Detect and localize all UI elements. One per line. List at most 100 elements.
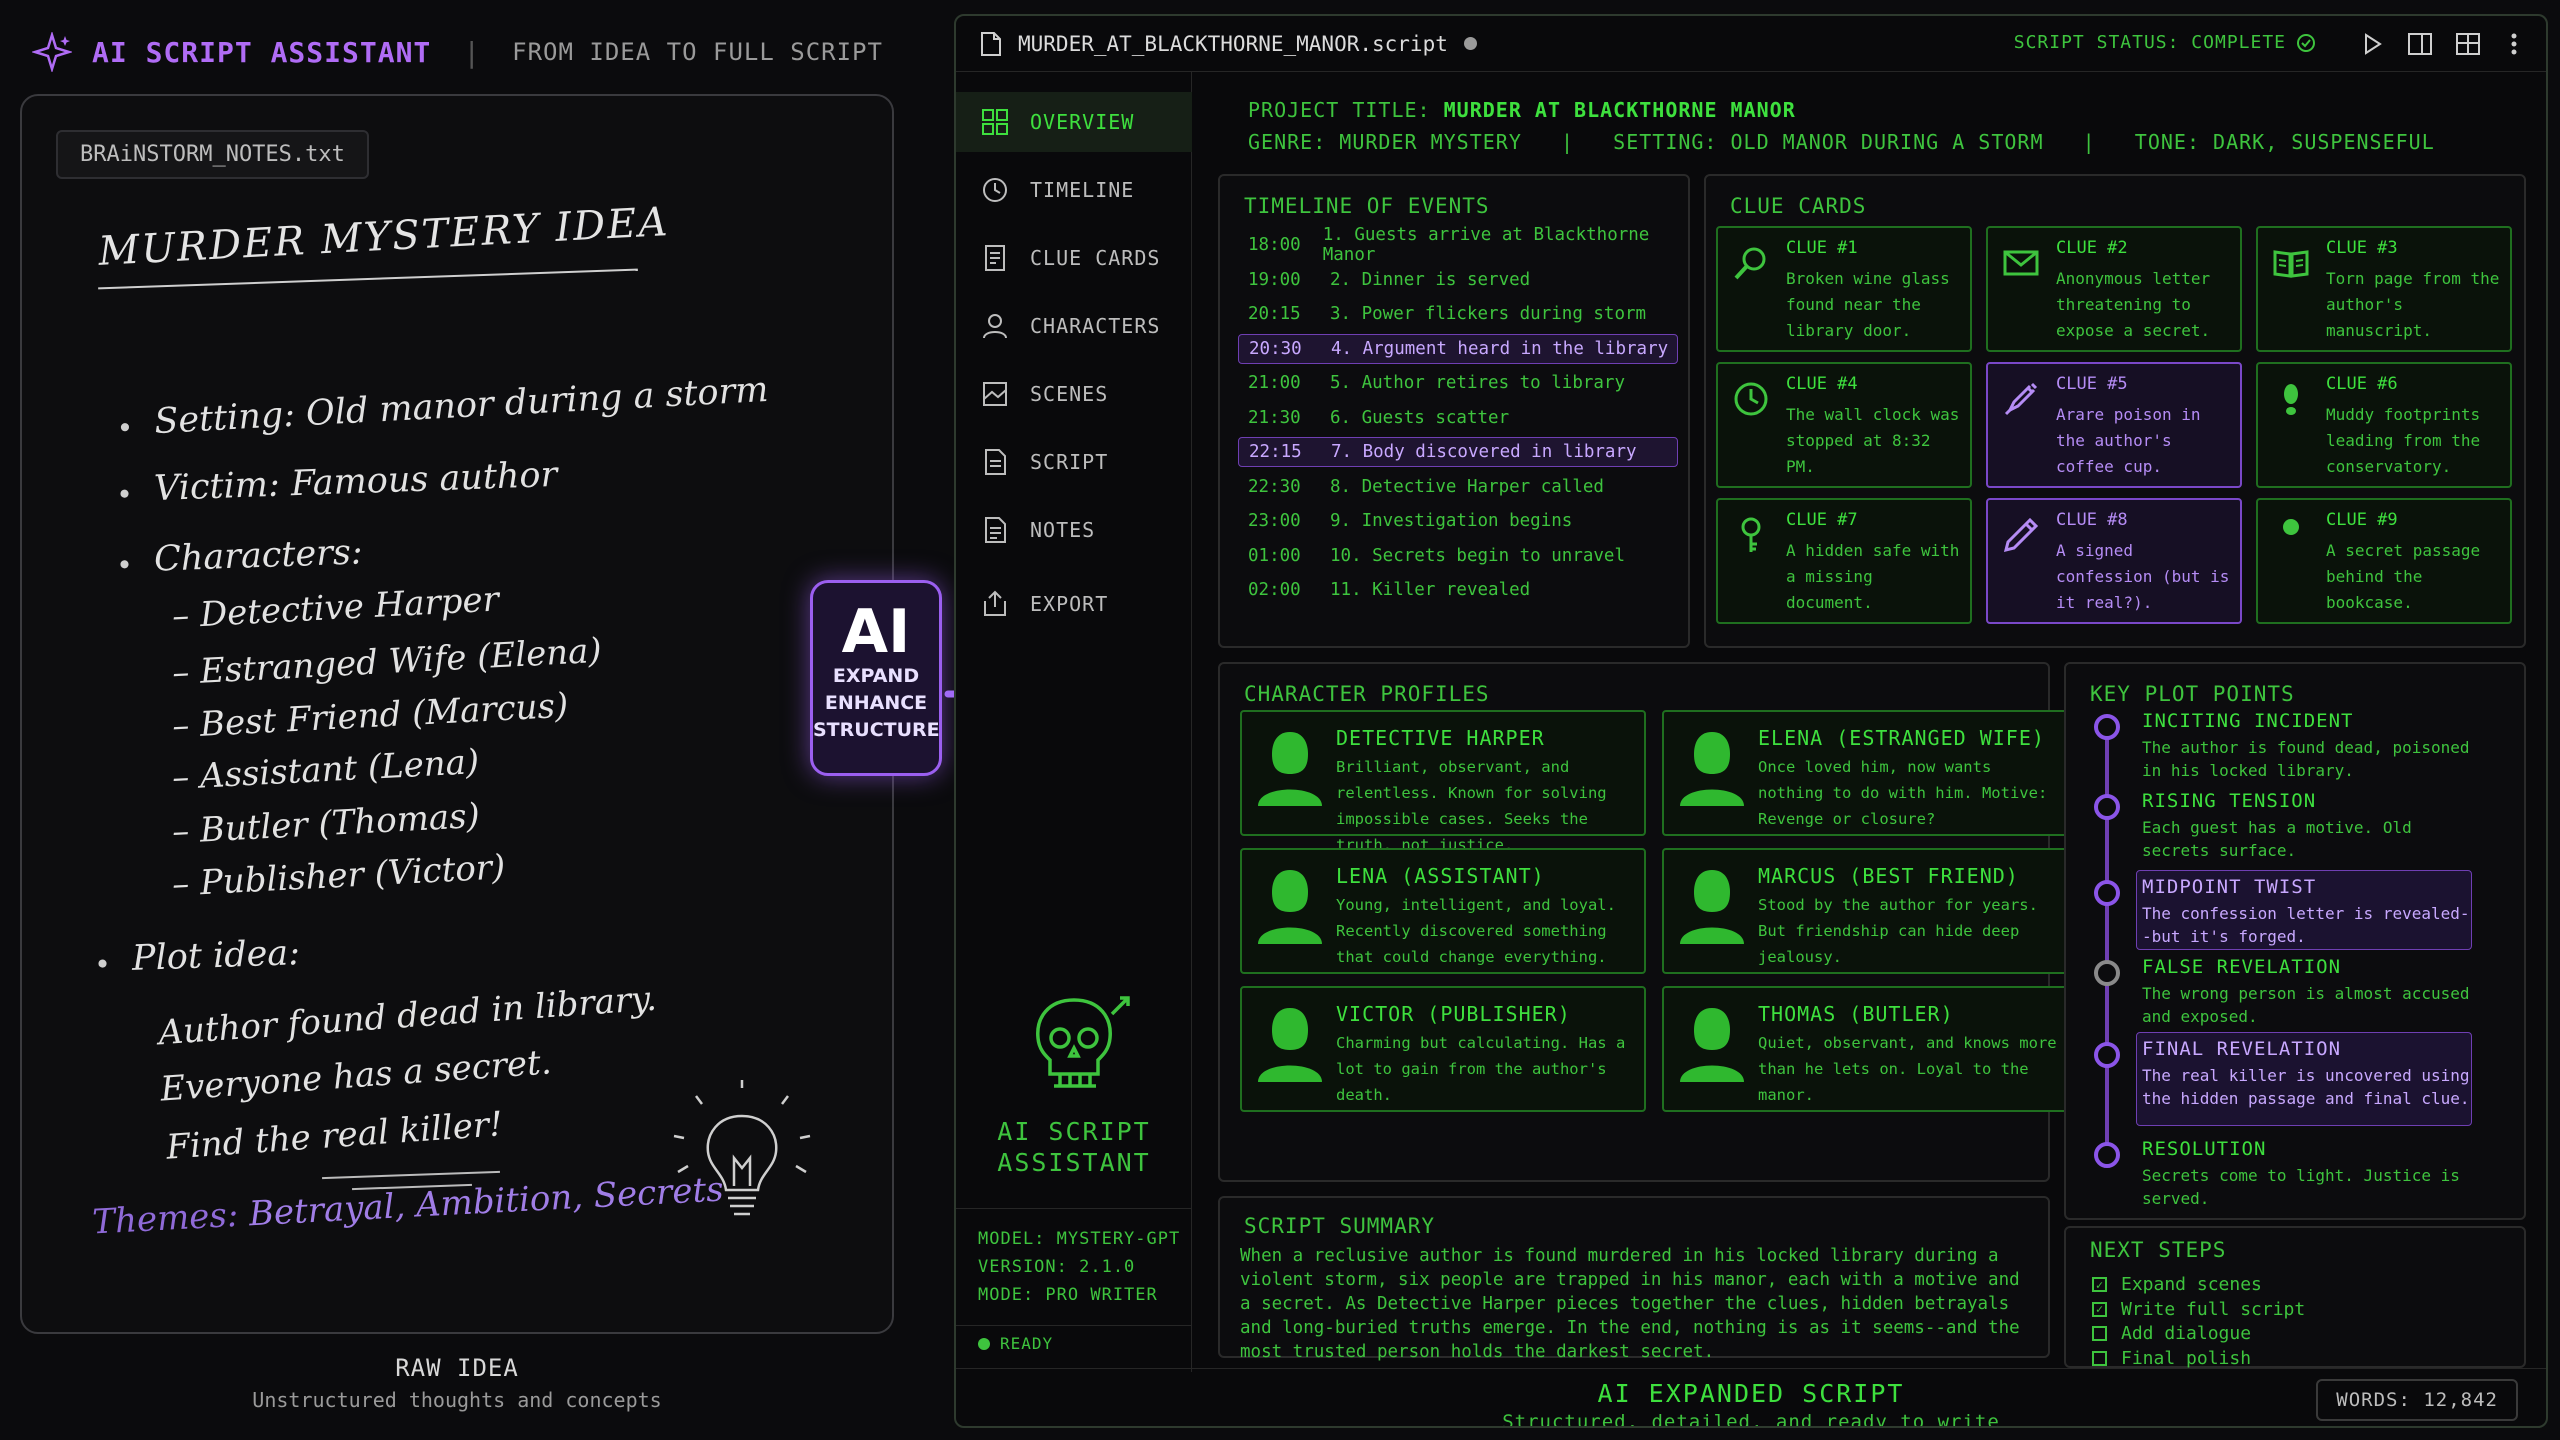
sidebar-title-line: ASSISTANT xyxy=(997,1148,1151,1177)
checkbox-empty-icon[interactable] xyxy=(2092,1326,2107,1341)
script-summary-panel: SCRIPT SUMMARY When a reclusive author i… xyxy=(1218,1196,2050,1362)
script-status: SCRIPT STATUS: COMPLETE xyxy=(2014,32,2316,53)
next-step-item[interactable]: ✓ Expand scenes xyxy=(2092,1274,2262,1295)
timeline-row[interactable]: 22:30 8. Detective Harper called xyxy=(1238,472,1678,502)
next-step-item[interactable]: Final polish xyxy=(2092,1348,2251,1369)
character-avatar-icon xyxy=(1252,726,1328,806)
event-time: 21:30 xyxy=(1248,407,1301,428)
clue-card[interactable]: CLUE #6 Muddy footprints leading from the… xyxy=(2256,362,2512,488)
timeline-row[interactable]: 01:00 10. Secrets begin to unravel xyxy=(1238,541,1678,571)
notes-plot-line: Everyone has a secret. xyxy=(159,1042,553,1110)
skull-icon xyxy=(1026,992,1136,1102)
ai-label: AI xyxy=(841,597,911,667)
ai-transform-box: AI EXPAND ENHANCE STRUCTURE xyxy=(810,580,942,776)
more-menu-icon[interactable] xyxy=(2500,30,2528,58)
nav-label: SCRIPT xyxy=(1030,450,1109,474)
script-status-text: SCRIPT STATUS: COMPLETE xyxy=(2013,32,2286,53)
timeline-row[interactable]: 20:15 3. Power flickers during storm xyxy=(1238,299,1678,329)
plot-connector-line xyxy=(2105,726,2109,1158)
ai-step: ENHANCE xyxy=(824,692,928,714)
file-name[interactable]: MURDER_AT_BLACKTHORNE_MANOR.script xyxy=(1018,32,1448,56)
event-time: 22:15 xyxy=(1249,442,1302,462)
clue-cards-panel: CLUE CARDS CLUE #1 Broken wine glass foun… xyxy=(1704,174,2526,648)
character-name: MARCUS (BEST FRIEND) xyxy=(1758,864,2019,888)
checkbox-checked-icon[interactable]: ✓ xyxy=(2092,1301,2107,1317)
clue-title: CLUE #8 xyxy=(2056,510,2128,530)
clue-card[interactable]: CLUE #3 Torn page from the author's manus… xyxy=(2256,226,2512,352)
nav-export[interactable]: EXPORT xyxy=(956,574,1192,634)
event-text: 1. Guests arrive at Blackthorne Manor xyxy=(1322,225,1650,265)
brand-title: AI SCRIPT ASSISTANT xyxy=(92,35,432,69)
clue-card[interactable]: CLUE #2 Anonymous letter threatening to e… xyxy=(1986,226,2242,352)
footprint-icon xyxy=(2272,380,2310,418)
clue-title: CLUE #7 xyxy=(1786,510,1858,530)
file-icon xyxy=(981,31,1001,56)
clue-text: Broken wine glass found near the library… xyxy=(1786,269,1950,340)
character-card[interactable]: THOMAS (BUTLER) Quiet, observant, and kno… xyxy=(1662,986,2068,1112)
nav-characters[interactable]: CHARACTERS xyxy=(956,296,1192,356)
notes-character: – Detective Harper xyxy=(171,579,500,637)
clue-card[interactable]: CLUE #5 Arare poison in the author's coff… xyxy=(1986,362,2242,488)
checkbox-checked-icon[interactable]: ✓ xyxy=(2092,1277,2107,1292)
clue-card[interactable]: CLUE #8 A signed confession (but is it re… xyxy=(1986,498,2242,624)
person-icon xyxy=(2272,516,2310,554)
model-mode: MODE: PRO WRITER xyxy=(978,1285,1158,1305)
nav-label: TIMELINE xyxy=(1030,178,1135,202)
event-text: 6. Guests scatter xyxy=(1330,407,1510,428)
clue-card[interactable]: CLUE #9 A secret passage behind the bookc… xyxy=(2256,498,2512,624)
project-title: MURDER AT BLACKTHORNE MANOR xyxy=(1443,98,1796,122)
nav-clue-cards[interactable]: CLUE CARDS xyxy=(956,228,1192,288)
character-card[interactable]: LENA (ASSISTANT) Young, intelligent, and … xyxy=(1240,848,1646,974)
next-step-item[interactable]: ✓ Write full script xyxy=(2092,1299,2305,1320)
event-time: 22:30 xyxy=(1248,476,1301,497)
notes-title: MURDER MYSTERY IDEA xyxy=(97,199,671,275)
timeline-node-icon xyxy=(2094,880,2120,906)
nav-scenes[interactable]: SCENES xyxy=(956,364,1192,424)
nav-notes[interactable]: NOTES xyxy=(956,500,1192,560)
event-text: 11. Killer revealed xyxy=(1330,580,1531,600)
next-step-item[interactable]: Add dialogue xyxy=(2092,1323,2251,1344)
character-desc: Charming but calculating. Has a lot to g… xyxy=(1336,1034,1626,1104)
character-card[interactable]: ELENA (ESTRANGED WIFE) Once loved him, no… xyxy=(1662,710,2068,836)
clue-card[interactable]: CLUE #7 A hidden safe with a missing docu… xyxy=(1716,498,1972,624)
footer-title: AI EXPANDED SCRIPT xyxy=(1597,1379,1905,1408)
nav-timeline[interactable]: TIMELINE xyxy=(956,160,1192,220)
notes-character: – Butler (Thomas) xyxy=(171,795,481,853)
notes-character: – Assistant (Lena) xyxy=(171,741,481,799)
event-time: 20:15 xyxy=(1248,304,1301,324)
character-card[interactable]: DETECTIVE HARPER Brilliant, observant, an… xyxy=(1240,710,1646,854)
clue-card[interactable]: CLUE #4 The wall clock was stopped at 8:3… xyxy=(1716,362,1972,488)
clue-cards-heading: CLUE CARDS xyxy=(1730,194,1867,218)
timeline-row[interactable]: 20:30 4. Argument heard in the library xyxy=(1238,333,1678,364)
model-info: MODEL: MYSTERY-GPT VERSION: 2.1.0 MODE: … xyxy=(956,1208,1192,1326)
event-time: 01:00 xyxy=(1248,545,1301,566)
timeline-row[interactable]: 22:15 7. Body discovered in library xyxy=(1238,437,1678,467)
character-name: LENA (ASSISTANT) xyxy=(1336,864,1545,888)
summary-heading: SCRIPT SUMMARY xyxy=(1244,1214,1436,1238)
layout-icon[interactable] xyxy=(2454,30,2482,58)
split-view-icon[interactable] xyxy=(2406,30,2434,58)
ai-step: STRUCTURE xyxy=(813,719,940,741)
character-card[interactable]: VICTOR (PUBLISHER) Charming but calculati… xyxy=(1240,986,1646,1112)
timeline-node-icon xyxy=(2094,1142,2120,1168)
checkbox-empty-icon[interactable] xyxy=(2092,1350,2107,1366)
timeline-row[interactable]: 23:00 9. Investigation begins xyxy=(1238,506,1678,536)
notes-plot-label: Plot idea: xyxy=(131,933,300,979)
plot-point-desc: Each guest has a motive. Old secrets sur… xyxy=(2142,818,2412,860)
clue-card[interactable]: CLUE #1 Broken wine glass found near the … xyxy=(1716,226,1972,352)
timeline-node-icon xyxy=(2094,1042,2120,1068)
clue-title: CLUE #9 xyxy=(2326,510,2398,530)
nav-overview[interactable]: OVERVIEW xyxy=(956,92,1192,152)
character-card[interactable]: MARCUS (BEST FRIEND) Stood by the author … xyxy=(1662,848,2068,974)
timeline-row[interactable]: 21:30 6. Guests scatter xyxy=(1238,403,1678,433)
timeline-row[interactable]: 21:00 5. Author retires to library xyxy=(1238,368,1678,398)
notes-file-tab[interactable]: BRAiNSTORM_NOTES.txt xyxy=(56,130,369,179)
word-count: WORDS: 12,842 xyxy=(2316,1379,2518,1421)
book-icon xyxy=(2272,244,2310,282)
timeline-row[interactable]: 02:00 11. Killer revealed xyxy=(1238,575,1678,605)
nav-script[interactable]: SCRIPT xyxy=(956,432,1192,492)
timeline-row[interactable]: 18:00 1. Guests arrive at Blackthorne Man… xyxy=(1238,225,1678,265)
title-bar: MURDER_AT_BLACKTHORNE_MANOR.script SCRIP… xyxy=(956,16,2546,72)
play-icon[interactable] xyxy=(2358,30,2386,58)
timeline-row[interactable]: 19:00 2. Dinner is served xyxy=(1238,265,1678,295)
